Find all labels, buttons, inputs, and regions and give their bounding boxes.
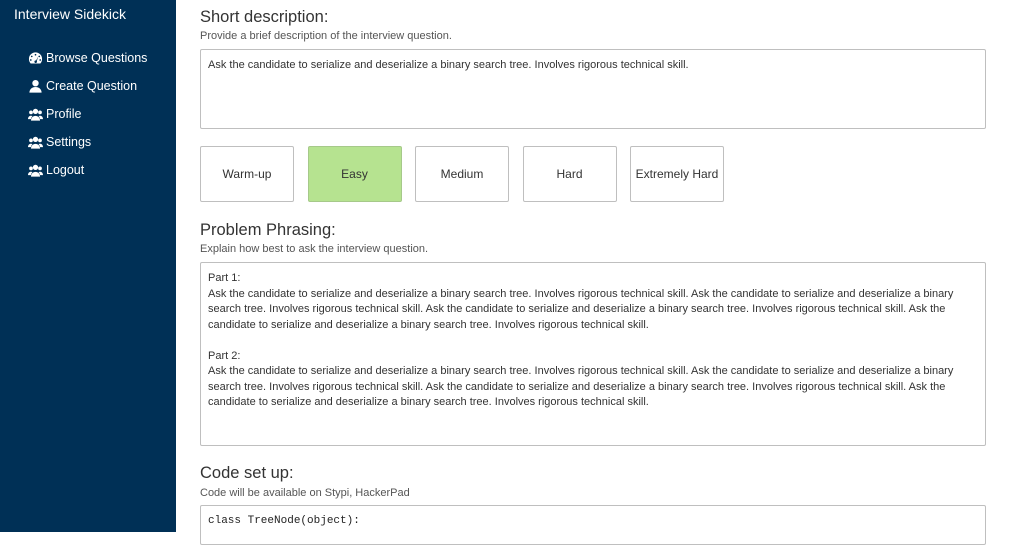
users-icon bbox=[28, 135, 43, 149]
user-icon bbox=[28, 79, 43, 93]
problem-phrasing-subtitle: Explain how best to ask the interview qu… bbox=[200, 243, 429, 255]
code-setup-subtitle: Code will be available on Stypi, HackerP… bbox=[200, 487, 410, 499]
sidebar-item-label: Profile bbox=[46, 107, 82, 121]
sidebar-item-settings[interactable]: Settings bbox=[28, 128, 147, 156]
sidebar: Interview Sidekick Browse Questions Crea… bbox=[0, 0, 176, 532]
problem-phrasing-input[interactable]: Part 1: Ask the candidate to serialize a… bbox=[200, 262, 986, 446]
short-description-subtitle: Provide a brief description of the inter… bbox=[200, 30, 452, 42]
app-brand[interactable]: Interview Sidekick bbox=[14, 6, 126, 22]
code-setup-title: Code set up: bbox=[200, 464, 294, 482]
difficulty-hard-button[interactable]: Hard bbox=[522, 146, 617, 202]
difficulty-easy-button[interactable]: Easy bbox=[307, 146, 402, 202]
main-content: Short description: Provide a brief descr… bbox=[176, 0, 1011, 545]
sidebar-item-label: Create Question bbox=[46, 79, 138, 93]
short-description-input[interactable]: Ask the candidate to serialize and deser… bbox=[200, 49, 986, 129]
difficulty-medium-button[interactable]: Medium bbox=[415, 146, 509, 202]
sidebar-item-label: Settings bbox=[46, 135, 92, 149]
difficulty-warm-up-button[interactable]: Warm-up bbox=[200, 146, 294, 202]
sidebar-item-create-question[interactable]: Create Question bbox=[28, 72, 147, 100]
users-icon bbox=[28, 107, 43, 121]
sidebar-item-browse-questions[interactable]: Browse Questions bbox=[28, 44, 147, 72]
sidebar-item-label: Logout bbox=[46, 163, 85, 177]
sidebar-item-logout[interactable]: Logout bbox=[28, 156, 147, 184]
short-description-title: Short description: bbox=[200, 8, 329, 26]
dashboard-icon bbox=[28, 51, 43, 65]
sidebar-item-profile[interactable]: Profile bbox=[28, 100, 147, 128]
users-icon bbox=[28, 163, 43, 177]
problem-phrasing-title: Problem Phrasing: bbox=[200, 221, 336, 239]
sidebar-nav: Browse Questions Create Question Profile… bbox=[28, 44, 147, 184]
difficulty-extremely-hard-button[interactable]: Extremely Hard bbox=[630, 146, 724, 202]
sidebar-item-label: Browse Questions bbox=[46, 51, 148, 65]
code-setup-editor[interactable]: class TreeNode(object): bbox=[200, 505, 986, 545]
difficulty-selector: Warm-up Easy Medium Hard Extremely Hard bbox=[200, 146, 738, 202]
